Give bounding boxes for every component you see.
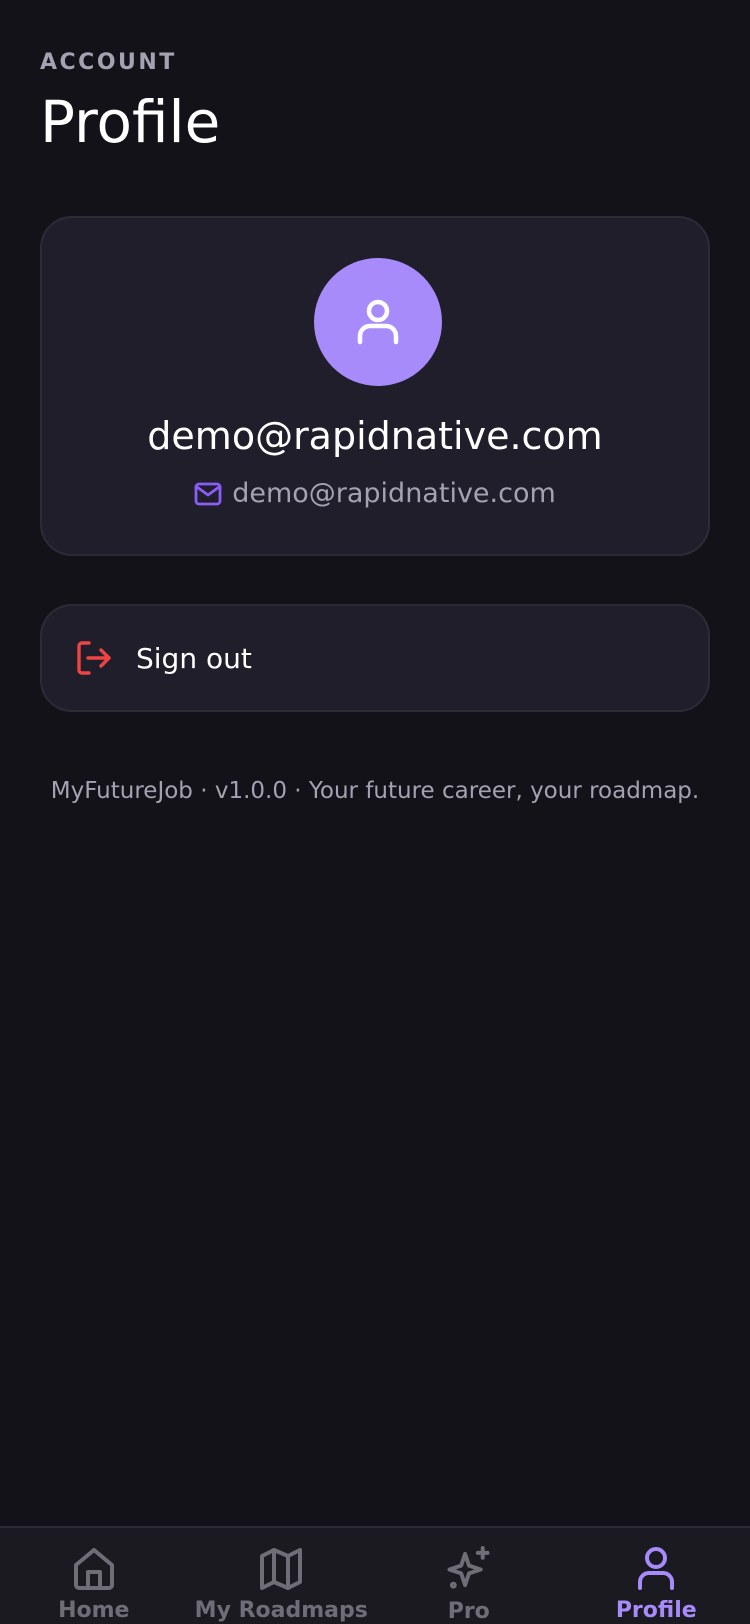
map-icon [260,1548,303,1590]
tab-pro[interactable]: Pro [375,1528,563,1624]
tab-home[interactable]: Home [0,1528,188,1624]
profile-screen: ACCOUNT Profile demo@rapidnative.com dem… [0,0,750,1624]
tab-label-profile: Profile [615,1598,697,1623]
home-icon [73,1548,114,1590]
sparkles-icon [447,1546,490,1589]
tab-my-roadmaps[interactable]: My Roadmaps [188,1528,376,1624]
profile-card: demo@rapidnative.com demo@rapidnative.co… [40,216,710,556]
avatar [314,258,442,386]
bottom-tab-bar: Home My Roadmaps Pro Profile [0,1526,750,1624]
tab-label-pro: Pro [447,1599,490,1624]
section-eyebrow: ACCOUNT [40,50,177,75]
tab-profile[interactable]: Profile [563,1528,750,1624]
email-text: demo@rapidnative.com [232,478,556,509]
app-version-note: MyFutureJob · v1.0.0 · Your future caree… [50,778,700,804]
user-icon [357,299,399,345]
email-row: demo@rapidnative.com [42,478,708,509]
tab-label-my-roadmaps: My Roadmaps [194,1598,368,1623]
page-title: Profile [40,88,221,156]
user-icon [638,1547,675,1590]
sign-out-button[interactable]: Sign out [40,604,710,712]
display-name: demo@rapidnative.com [147,414,603,458]
log-out-icon [77,641,111,675]
sign-out-label: Sign out [136,641,252,675]
tab-label-home: Home [58,1598,130,1623]
mail-icon [194,482,222,505]
